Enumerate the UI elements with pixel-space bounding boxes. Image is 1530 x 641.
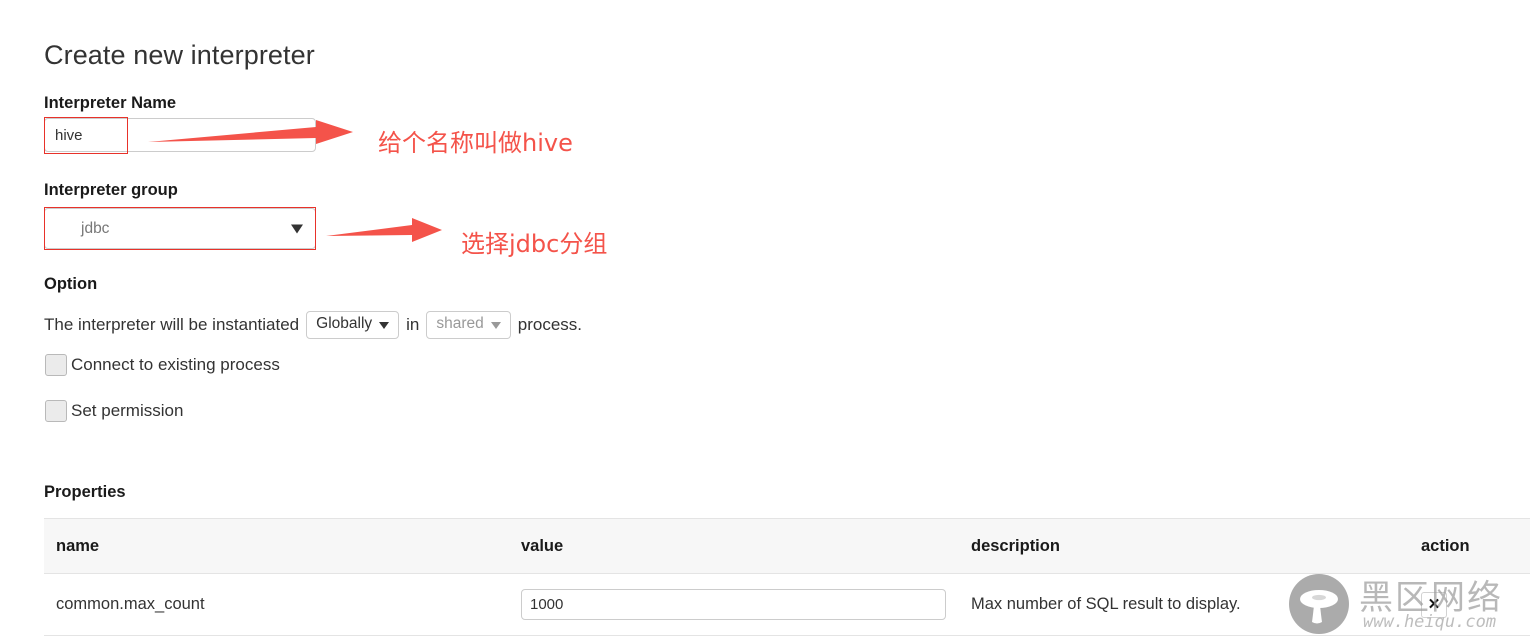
connect-existing-process-label: Connect to existing process [71, 355, 280, 374]
interpreter-name-label: Interpreter Name [44, 94, 177, 112]
set-permission-checkbox[interactable] [45, 400, 67, 422]
remove-property-button[interactable]: ✕ [1421, 591, 1447, 618]
properties-table-header-row: name value description action [44, 518, 1530, 574]
instantiation-scope-value: Globally [316, 315, 373, 332]
column-header-description: description [959, 518, 1409, 574]
set-permission-label: Set permission [71, 401, 184, 420]
chevron-down-icon [379, 321, 390, 329]
column-header-value: value [509, 518, 959, 574]
property-description-cell: Max number of SQL result to display. [959, 573, 1409, 636]
interpreter-name-input[interactable] [44, 118, 316, 152]
properties-table: name value description action common.max… [44, 518, 1530, 636]
instantiation-scope-select[interactable]: Globally [306, 311, 400, 339]
instantiation-sentence-middle: in [406, 314, 420, 334]
instantiation-option-line: The interpreter will be instantiated Glo… [44, 311, 582, 339]
property-value-cell [509, 573, 959, 636]
page-title: Create new interpreter [44, 40, 315, 70]
instantiation-process-select[interactable]: shared [426, 311, 511, 339]
set-permission-row[interactable]: Set permission [45, 400, 183, 422]
interpreter-group-selected-value: jdbc [81, 219, 110, 237]
chevron-down-icon [291, 224, 303, 233]
chevron-down-icon [490, 321, 501, 329]
connect-existing-process-row[interactable]: Connect to existing process [45, 354, 280, 376]
table-row: common.max_count Max number of SQL resul… [44, 573, 1530, 636]
create-interpreter-page: Create new interpreter Interpreter Name … [0, 0, 1530, 641]
annotation-text-1: 给个名称叫做hive [378, 129, 573, 157]
interpreter-group-label: Interpreter group [44, 181, 178, 199]
column-header-name: name [44, 518, 509, 574]
property-name-cell: common.max_count [44, 573, 509, 636]
instantiation-sentence-prefix: The interpreter will be instantiated [44, 314, 300, 334]
property-action-cell: ✕ [1409, 573, 1530, 636]
property-value-input[interactable] [521, 589, 946, 620]
instantiation-process-value: shared [436, 315, 484, 332]
instantiation-sentence-suffix: process. [517, 314, 583, 334]
properties-section-label: Properties [44, 483, 126, 501]
connect-existing-process-checkbox[interactable] [45, 354, 67, 376]
option-section-label: Option [44, 275, 98, 293]
interpreter-group-select[interactable]: jdbc [44, 208, 316, 249]
column-header-action: action [1409, 518, 1530, 574]
annotation-text-2: 选择jdbc分组 [461, 230, 608, 258]
annotation-arrow-2 [326, 218, 442, 242]
